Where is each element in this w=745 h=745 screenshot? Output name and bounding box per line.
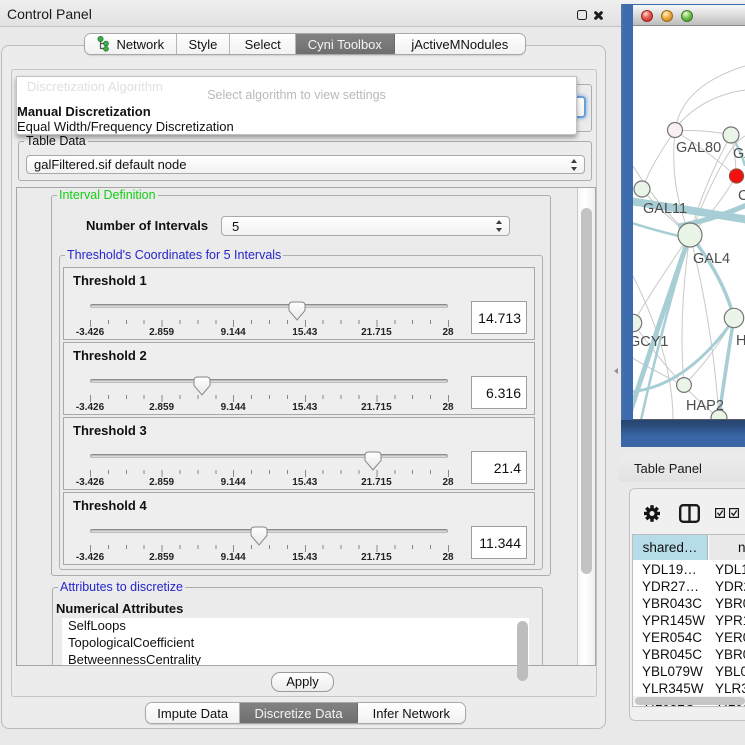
svg-text:GA: GA	[733, 146, 745, 162]
svg-text:HAP2: HAP2	[686, 398, 724, 414]
svg-text:GAL11: GAL11	[643, 201, 687, 217]
svg-text:GAL80: GAL80	[676, 140, 721, 156]
svg-text:GCY1: GCY1	[633, 334, 669, 350]
svg-text:GAL4: GAL4	[693, 251, 730, 267]
svg-text:C: C	[738, 188, 745, 204]
svg-text:H: H	[736, 333, 745, 349]
